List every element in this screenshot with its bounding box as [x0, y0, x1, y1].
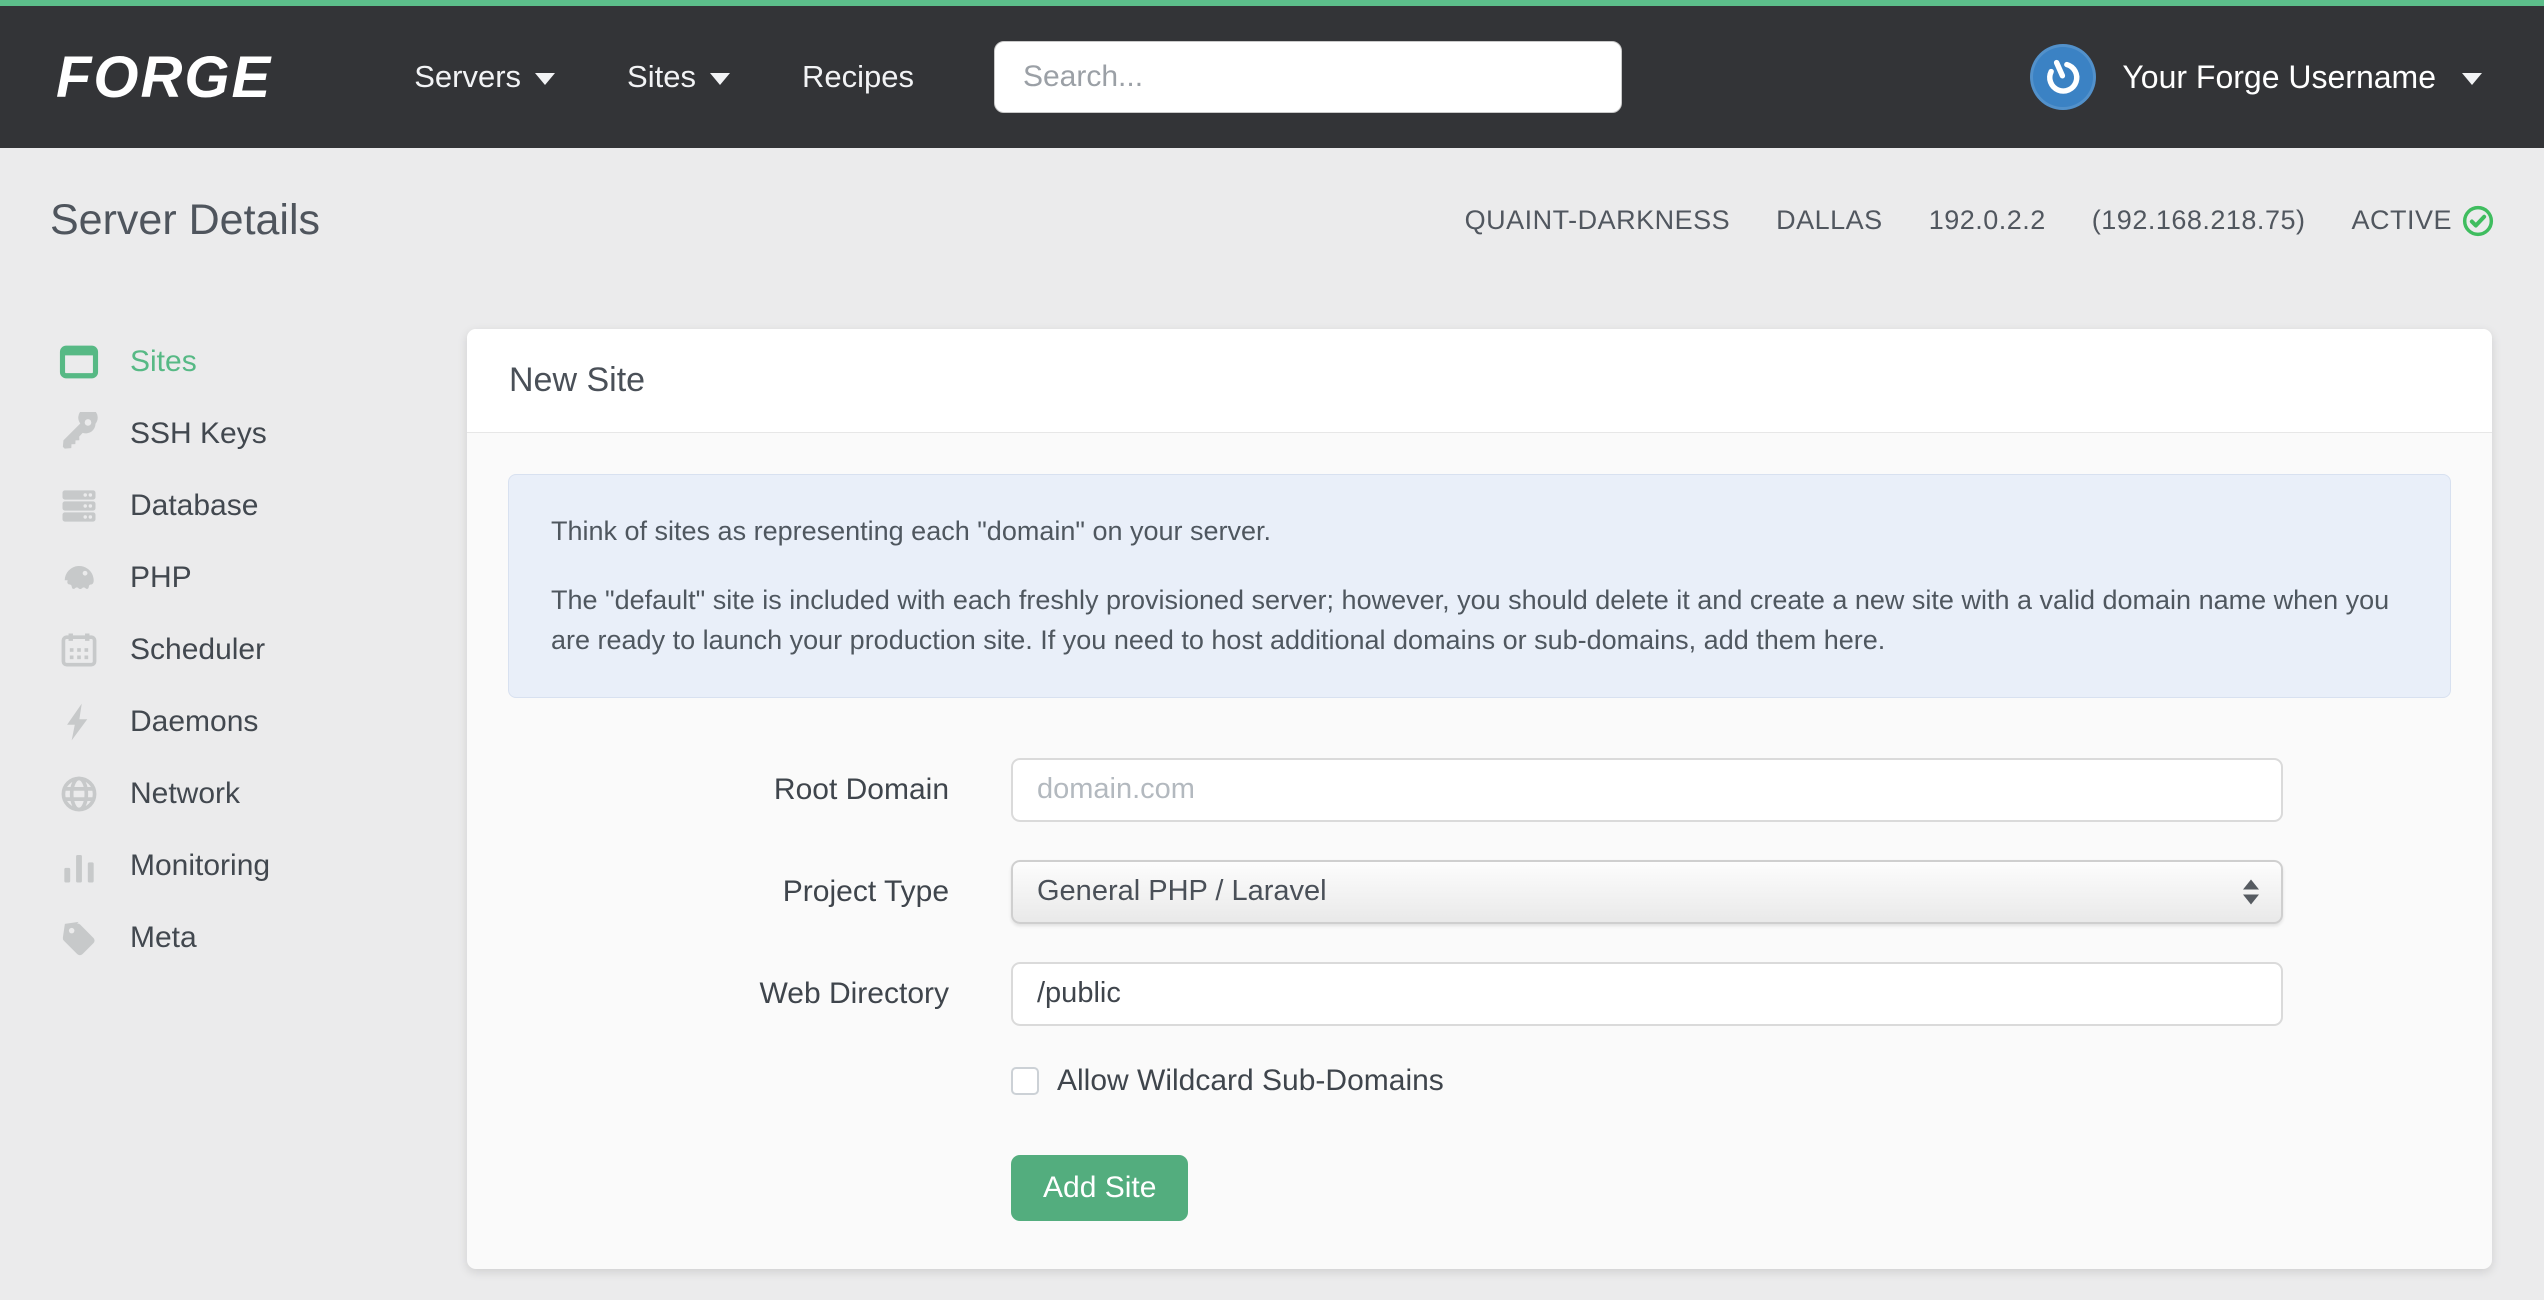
- card-header: New Site: [467, 329, 2492, 433]
- nav-item-label: Recipes: [801, 59, 914, 94]
- database-icon: [56, 483, 102, 529]
- info-box: Think of sites as representing each "dom…: [508, 474, 2451, 698]
- page-header: Server Details QUAINT-DARKNESS DALLAS 19…: [50, 196, 2494, 245]
- wildcard-checkbox-label[interactable]: Allow Wildcard Sub-Domains: [1057, 1064, 1444, 1098]
- status-label: ACTIVE: [2351, 205, 2452, 235]
- project-type-select[interactable]: General PHP / Laravel: [1011, 859, 2283, 924]
- root-domain-input[interactable]: [1011, 757, 2283, 822]
- add-site-button[interactable]: Add Site: [1011, 1154, 1189, 1221]
- sidebar-item-label: PHP: [130, 561, 192, 594]
- globe-icon: [56, 771, 102, 817]
- card-body: Think of sites as representing each "dom…: [467, 433, 2492, 1262]
- search-input[interactable]: [993, 41, 1622, 113]
- nav-item-servers[interactable]: Servers: [414, 59, 556, 95]
- chevron-down-icon: [709, 73, 730, 85]
- sidebar-item-label: Network: [130, 777, 241, 810]
- sidebar-item-monitoring[interactable]: Monitoring: [56, 830, 416, 902]
- check-circle-icon: [2462, 205, 2494, 236]
- web-directory-input[interactable]: [1011, 961, 2283, 1026]
- top-navbar: FORGE Servers Sites Recipes Your Forge U…: [0, 0, 2544, 148]
- sidebar-item-label: Scheduler: [130, 633, 266, 666]
- server-meta: QUAINT-DARKNESS DALLAS 192.0.2.2 (192.16…: [1465, 205, 2494, 237]
- form-row-project-type: Project Type General PHP / Laravel: [508, 859, 2451, 924]
- nav-item-label: Servers: [414, 59, 522, 94]
- project-type-selected-value: General PHP / Laravel: [1037, 875, 1327, 907]
- status-badge: ACTIVE: [2351, 205, 2494, 237]
- sidebar-item-meta[interactable]: Meta: [56, 902, 416, 974]
- sidebar-item-label: SSH Keys: [130, 417, 267, 450]
- nav-item-sites[interactable]: Sites: [627, 59, 730, 95]
- sidebar-item-daemons[interactable]: Daemons: [56, 686, 416, 758]
- page-title: Server Details: [50, 196, 321, 244]
- select-arrows-icon: [2243, 879, 2259, 904]
- new-site-card: New Site Think of sites as representing …: [467, 329, 2492, 1269]
- sidebar-item-label: Daemons: [130, 705, 259, 738]
- sidebar-item-php[interactable]: PHP: [56, 542, 416, 614]
- info-paragraph: Think of sites as representing each "dom…: [551, 516, 1272, 546]
- avatar: [2030, 44, 2097, 110]
- user-menu[interactable]: Your Forge Username: [2030, 44, 2482, 110]
- elephant-icon: [56, 555, 102, 601]
- power-icon: [2047, 59, 2080, 94]
- new-site-form: Root Domain Project Type General PHP / L…: [508, 757, 2451, 1221]
- sidebar-item-sites[interactable]: Sites: [56, 326, 416, 398]
- project-type-label: Project Type: [782, 874, 949, 908]
- lightning-icon: [56, 699, 102, 745]
- sidebar-item-database[interactable]: Database: [56, 470, 416, 542]
- main-nav: Servers Sites Recipes: [414, 59, 914, 95]
- root-domain-label: Root Domain: [773, 772, 949, 806]
- server-ip: 192.0.2.2: [1928, 205, 2046, 235]
- user-name: Your Forge Username: [2122, 58, 2436, 95]
- info-paragraph: The "default" site is included with each…: [551, 584, 2390, 656]
- server-sidebar: Sites SSH Keys Database PHP Scheduler Da…: [56, 326, 416, 974]
- wildcard-checkbox[interactable]: [1011, 1066, 1039, 1095]
- window-icon: [56, 339, 102, 385]
- calendar-icon: [56, 627, 102, 673]
- bar-chart-icon: [56, 843, 102, 889]
- sidebar-item-scheduler[interactable]: Scheduler: [56, 614, 416, 686]
- card-title: New Site: [509, 361, 646, 399]
- wildcard-checkbox-row: Allow Wildcard Sub-Domains: [1011, 1064, 2451, 1098]
- sidebar-item-ssh-keys[interactable]: SSH Keys: [56, 398, 416, 470]
- form-row-web-directory: Web Directory: [508, 961, 2451, 1026]
- server-region: DALLAS: [1776, 205, 1883, 235]
- chevron-down-icon: [535, 73, 556, 85]
- web-directory-label: Web Directory: [759, 976, 950, 1010]
- sidebar-item-label: Meta: [130, 921, 197, 954]
- nav-item-recipes[interactable]: Recipes: [802, 59, 914, 95]
- form-row-root-domain: Root Domain: [508, 757, 2451, 822]
- chevron-down-icon: [2462, 73, 2482, 85]
- nav-item-label: Sites: [627, 59, 696, 94]
- sidebar-item-label: Database: [130, 489, 259, 522]
- forge-logo[interactable]: FORGE: [56, 44, 272, 111]
- server-private-ip: (192.168.218.75): [2091, 205, 2306, 235]
- sidebar-item-label: Sites: [130, 345, 197, 378]
- sidebar-item-network[interactable]: Network: [56, 758, 416, 830]
- server-name: QUAINT-DARKNESS: [1464, 205, 1731, 235]
- tag-icon: [56, 915, 102, 961]
- sidebar-item-label: Monitoring: [130, 849, 271, 882]
- key-icon: [56, 411, 102, 457]
